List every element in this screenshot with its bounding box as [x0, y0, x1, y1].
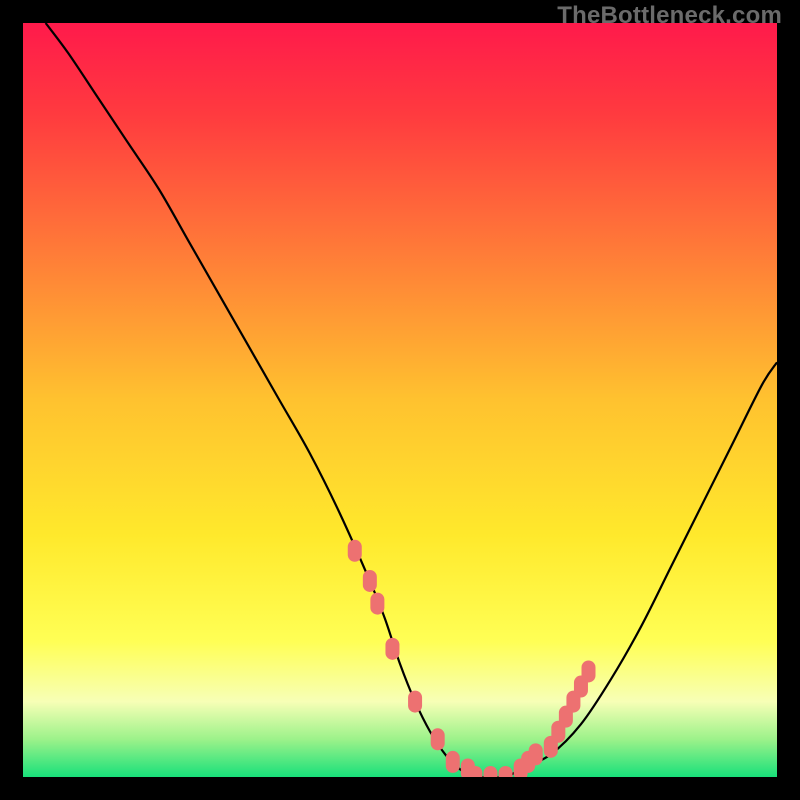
- data-marker: [370, 593, 384, 615]
- data-marker: [529, 743, 543, 765]
- plot-svg: [23, 23, 777, 777]
- chart-container: TheBottleneck.com: [0, 0, 800, 800]
- data-marker: [446, 751, 460, 773]
- data-marker: [385, 638, 399, 660]
- data-marker: [431, 728, 445, 750]
- data-marker: [582, 660, 596, 682]
- data-marker: [408, 691, 422, 713]
- data-marker: [363, 570, 377, 592]
- bottleneck-curve-plot: [23, 23, 777, 777]
- data-marker: [348, 540, 362, 562]
